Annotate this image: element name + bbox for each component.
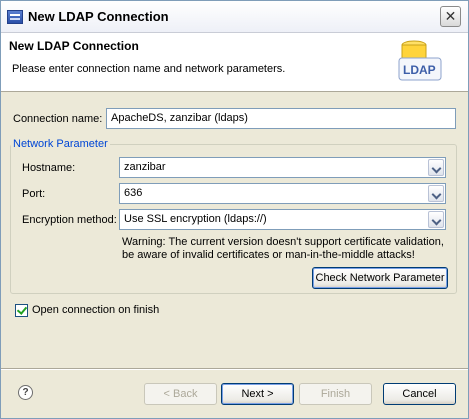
warning-line-1: Warning: The current version doesn't sup… bbox=[122, 236, 444, 248]
connection-name-label: Connection name: bbox=[13, 113, 103, 125]
network-parameter-group-title: Network Parameter bbox=[11, 138, 110, 150]
check-network-parameter-button[interactable]: Check Network Parameter bbox=[312, 267, 448, 289]
ldap-logo: LDAP bbox=[394, 37, 454, 89]
hostname-value: zanzibar bbox=[124, 161, 166, 173]
port-combo[interactable]: 636 bbox=[119, 183, 446, 204]
footer-separator bbox=[1, 368, 468, 370]
next-button[interactable]: Next > bbox=[221, 383, 294, 405]
title-bar[interactable]: New LDAP Connection ✕ bbox=[1, 1, 468, 33]
connection-name-input[interactable]: ApacheDS, zanzibar (ldaps) bbox=[106, 108, 456, 129]
chevron-down-icon[interactable] bbox=[428, 159, 444, 176]
encryption-method-value: Use SSL encryption (ldaps://) bbox=[124, 213, 267, 225]
port-label: Port: bbox=[22, 188, 46, 200]
ldap-logo-text: LDAP bbox=[403, 63, 436, 77]
encryption-method-label: Encryption method: bbox=[22, 214, 117, 226]
app-icon bbox=[7, 10, 23, 24]
chevron-down-icon[interactable] bbox=[428, 185, 444, 202]
hostname-combo[interactable]: zanzibar bbox=[119, 157, 446, 178]
open-on-finish-checkbox[interactable] bbox=[15, 304, 28, 317]
wizard-header: New LDAP Connection Please enter connect… bbox=[1, 33, 468, 92]
help-icon[interactable]: ? bbox=[18, 385, 33, 400]
window-title: New LDAP Connection bbox=[28, 9, 169, 24]
back-button[interactable]: < Back bbox=[144, 383, 217, 405]
open-on-finish-label[interactable]: Open connection on finish bbox=[32, 304, 159, 316]
warning-line-2: be aware of invalid certificates or man-… bbox=[122, 249, 415, 261]
hostname-label: Hostname: bbox=[22, 162, 76, 174]
chevron-down-icon[interactable] bbox=[428, 211, 444, 228]
close-icon[interactable]: ✕ bbox=[440, 6, 461, 27]
certificate-warning: Warning: The current version doesn't sup… bbox=[122, 236, 452, 262]
dialog-window: New LDAP Connection ✕ New LDAP Connectio… bbox=[0, 0, 469, 419]
page-title: New LDAP Connection bbox=[9, 39, 139, 53]
finish-button[interactable]: Finish bbox=[299, 383, 372, 405]
port-value: 636 bbox=[124, 187, 143, 199]
encryption-method-combo[interactable]: Use SSL encryption (ldaps://) bbox=[119, 209, 446, 230]
cancel-button[interactable]: Cancel bbox=[383, 383, 456, 405]
page-description: Please enter connection name and network… bbox=[12, 63, 286, 75]
